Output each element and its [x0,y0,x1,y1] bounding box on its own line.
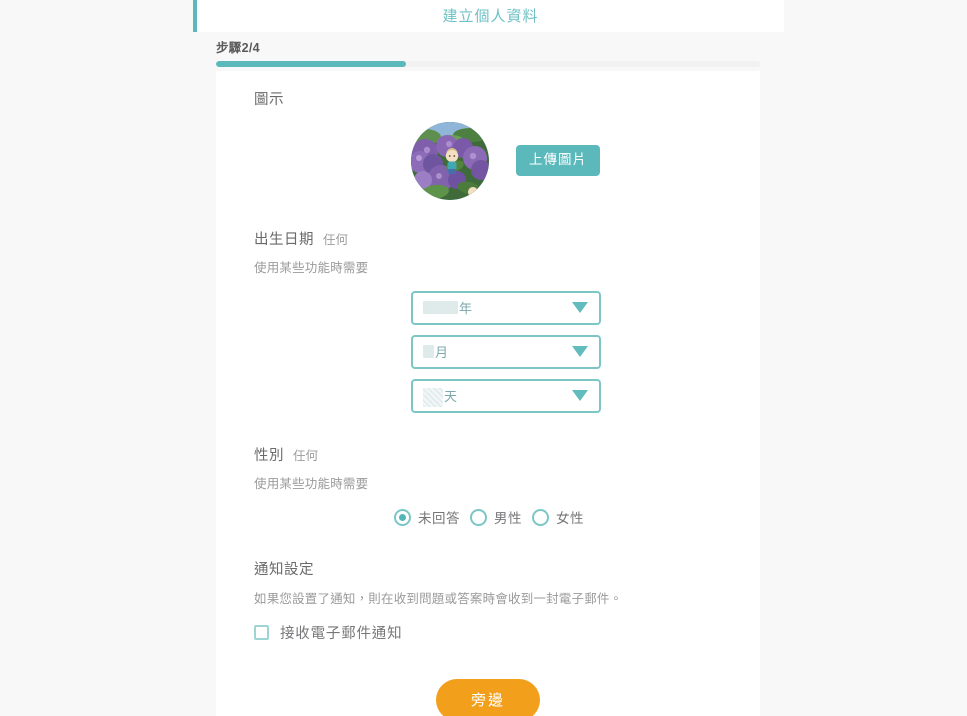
gender-description: 使用某些功能時需要 [254,477,369,492]
day-select-value: 天 [413,386,458,408]
birthday-section: 出生日期 任何 使用某些功能時需要 年 月 天 [236,231,740,413]
birthday-optional-tag: 任何 [323,232,349,247]
birthday-section-title: 出生日期 [254,231,314,248]
year-unit-label: 年 [459,301,473,317]
checkbox-unchecked-icon[interactable] [254,624,269,640]
step-label: 步驟2/4 [216,41,260,55]
notification-description: 如果您設置了通知，則在收到問題或答案時會收到一封電子郵件。 [254,591,623,606]
gender-optional-tag: 任何 [293,448,319,463]
progress-fill [216,60,407,67]
birthday-selects: 年 月 天 [254,290,740,413]
footer-actions: 旁邊 [236,678,740,716]
birthday-section-heading: 出生日期 任何 [254,231,740,248]
chevron-down-icon [572,390,588,402]
progress-section: 步驟2/4 [216,42,760,67]
notification-section: 通知設定 如果您設置了通知，則在收到問題或答案時會收到一封電子郵件。 接收電子郵… [236,563,740,642]
day-select[interactable]: 天 [411,378,601,413]
email-notification-label: 接收電子郵件通知 [280,625,403,642]
page-title: 建立個人資料 [442,7,539,25]
month-select-value: 月 [413,342,449,361]
avatar[interactable] [411,121,489,200]
chevron-down-icon [572,346,588,358]
avatar-image [411,121,489,200]
gender-section-title: 性別 [254,447,284,464]
icon-section: 圖示 上傳圖片 [236,93,740,200]
gender-section: 性別 任何 使用某些功能時需要 未回答 男性 女性 [236,449,740,527]
profile-setup-page: 建立個人資料 步驟2/4 圖示 上傳圖片 出生日期 任何 使用某些功能時需要 年… [0,0,967,716]
gender-option-label: 未回答 [418,511,460,527]
gender-option-label: 男性 [494,511,522,527]
notification-section-title: 通知設定 [254,562,314,579]
form-card: 圖示 上傳圖片 出生日期 任何 使用某些功能時需要 年 月 天 性別 任何 使用… [216,71,760,716]
gender-option-male[interactable]: 男性 [470,507,522,527]
email-notification-checkbox-row[interactable]: 接收電子郵件通知 [254,622,740,643]
upload-image-button[interactable]: 上傳圖片 [516,145,600,176]
page-header: 建立個人資料 [193,0,784,32]
year-select-value: 年 [413,298,473,317]
gender-radio-group: 未回答 男性 女性 [254,507,740,527]
radio-selected-icon[interactable] [394,508,411,526]
icon-section-title: 圖示 [254,92,284,108]
notification-section-heading: 通知設定 [254,563,740,578]
chevron-down-icon [572,302,588,314]
radio-unselected-icon[interactable] [532,508,549,526]
month-unit-label: 月 [435,345,449,361]
next-button[interactable]: 旁邊 [436,678,540,716]
month-select[interactable]: 月 [411,334,601,369]
birthday-description: 使用某些功能時需要 [254,261,369,275]
gender-option-no-answer[interactable]: 未回答 [394,507,460,527]
day-redacted-value [423,388,443,408]
month-redacted-value [423,345,434,359]
gender-section-heading: 性別 任何 [254,449,740,464]
gender-option-female[interactable]: 女性 [532,507,584,527]
gender-option-label: 女性 [556,511,584,527]
avatar-row: 上傳圖片 [254,121,740,200]
icon-section-heading: 圖示 [254,93,740,108]
year-select[interactable]: 年 [411,290,601,325]
day-unit-label: 天 [444,389,458,405]
progress-track [216,60,760,67]
year-redacted-value [423,301,458,315]
radio-unselected-icon[interactable] [470,508,487,526]
